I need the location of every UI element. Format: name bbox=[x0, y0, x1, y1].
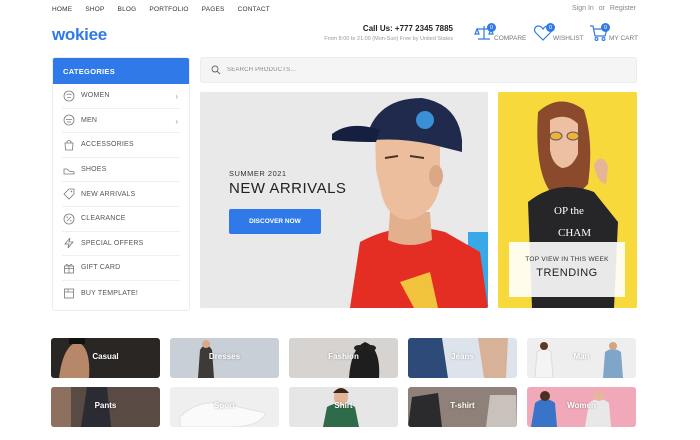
category-men[interactable]: MEN › bbox=[62, 109, 180, 134]
svg-text:OP the: OP the bbox=[554, 205, 584, 217]
register-link[interactable]: Register bbox=[610, 5, 636, 12]
tile-label: Dresses bbox=[208, 352, 241, 361]
tile-jeans[interactable]: Jeans bbox=[408, 338, 517, 378]
category-label: NEW ARRIVALS bbox=[81, 190, 136, 198]
tile-label: Shirt bbox=[334, 401, 353, 410]
contact-info: Call Us: +777 2345 7885 From 8:00 to 21:… bbox=[324, 24, 453, 42]
chevron-right-icon: › bbox=[175, 92, 178, 101]
shirt-icon bbox=[62, 114, 75, 127]
nav-pages[interactable]: PAGES bbox=[202, 6, 225, 13]
tile-label: Man bbox=[573, 352, 590, 361]
contact-hours: From 8:00 to 21:00 (Mon-Sun) Free by Uni… bbox=[324, 36, 453, 42]
tile-women[interactable]: Women bbox=[527, 387, 636, 427]
gift-icon bbox=[62, 261, 75, 274]
cart-count: 0 bbox=[601, 23, 610, 32]
category-clearance[interactable]: CLEARANCE bbox=[62, 207, 180, 232]
discover-now-button[interactable]: DISCOVER NOW bbox=[229, 209, 321, 234]
tile-label: Fashion bbox=[328, 352, 359, 361]
nav-portfolio[interactable]: PORTFOLIO bbox=[149, 6, 188, 13]
wishlist-count: 0 bbox=[546, 23, 555, 32]
tile-label: Women bbox=[567, 401, 596, 410]
tile-pants[interactable]: Pants bbox=[51, 387, 160, 427]
category-women[interactable]: WOMEN › bbox=[62, 84, 180, 109]
search-bar bbox=[200, 57, 637, 83]
top-bar: HOME SHOP BLOG PORTFOLIO PAGES CONTACT S… bbox=[0, 0, 700, 20]
category-new-arrivals[interactable]: NEW ARRIVALS bbox=[62, 182, 180, 207]
tile-sport[interactable]: Sport bbox=[170, 387, 279, 427]
cart-button[interactable]: 0 MY CART bbox=[589, 23, 639, 47]
svg-text:CHAM: CHAM bbox=[558, 227, 591, 239]
top-nav: HOME SHOP BLOG PORTFOLIO PAGES CONTACT bbox=[52, 6, 283, 13]
tile-shirt[interactable]: Shirt bbox=[289, 387, 398, 427]
search-icon bbox=[211, 65, 221, 75]
wishlist-label: WISHLIST bbox=[553, 35, 584, 42]
category-special-offers[interactable]: SPECIAL OFFERS bbox=[62, 232, 180, 257]
trending-card: TOP VIEW IN THIS WEEK TRENDING bbox=[509, 242, 625, 297]
auth-or: or bbox=[598, 5, 605, 12]
cart-label: MY CART bbox=[609, 35, 639, 42]
percent-icon bbox=[62, 212, 75, 225]
category-label: BUY TEMPLATE! bbox=[81, 289, 139, 297]
tag-icon bbox=[62, 188, 75, 201]
tile-casual[interactable]: Casual bbox=[51, 338, 160, 378]
lightning-icon bbox=[62, 237, 75, 250]
heart-icon: 0 bbox=[533, 23, 555, 47]
tile-man[interactable]: Man bbox=[527, 338, 636, 378]
tile-label: Sport bbox=[214, 401, 235, 410]
tile-label: Pants bbox=[94, 401, 117, 410]
compare-count: 0 bbox=[487, 23, 496, 32]
categories-title: CATEGORIES bbox=[53, 58, 189, 84]
auth-links: Sign In or Register bbox=[572, 5, 636, 12]
box-icon bbox=[62, 287, 75, 300]
nav-contact[interactable]: CONTACT bbox=[238, 6, 270, 13]
categories-panel: CATEGORIES WOMEN › MEN › ACCESSORIES SHO… bbox=[52, 57, 190, 311]
contact-phone: Call Us: +777 2345 7885 bbox=[362, 24, 453, 33]
chevron-right-icon: › bbox=[175, 116, 178, 126]
category-label: ACCESSORIES bbox=[81, 141, 134, 149]
signin-link[interactable]: Sign In bbox=[572, 5, 594, 12]
dress-icon bbox=[62, 89, 75, 102]
nav-shop[interactable]: SHOP bbox=[85, 6, 104, 13]
nav-blog[interactable]: BLOG bbox=[118, 6, 137, 13]
category-label: MEN bbox=[81, 116, 98, 124]
hero-subtitle: SUMMER 2021 bbox=[229, 169, 287, 178]
tile-label: Jeans bbox=[451, 352, 474, 361]
tile-fashion[interactable]: Fashion bbox=[289, 338, 398, 378]
hero-banner[interactable]: SUMMER 2021 NEW ARRIVALS DISCOVER NOW bbox=[200, 92, 488, 308]
shoe-icon bbox=[62, 163, 75, 176]
hero-model-image bbox=[200, 92, 488, 308]
tile-label: Casual bbox=[92, 352, 119, 361]
hero-title: NEW ARRIVALS bbox=[229, 180, 347, 197]
category-gift-card[interactable]: GIFT CARD bbox=[62, 256, 180, 281]
compare-label: COMPARE bbox=[494, 35, 527, 42]
compare-button[interactable]: 0 COMPARE bbox=[474, 23, 527, 47]
trending-title: TRENDING bbox=[536, 267, 598, 279]
nav-home[interactable]: HOME bbox=[52, 6, 72, 13]
cart-icon: 0 bbox=[589, 23, 610, 47]
category-label: WOMEN bbox=[81, 92, 110, 100]
tile-dresses[interactable]: Dresses bbox=[170, 338, 279, 378]
bag-icon bbox=[62, 138, 75, 151]
category-buy-template[interactable]: BUY TEMPLATE! bbox=[62, 281, 180, 306]
category-accessories[interactable]: ACCESSORIES bbox=[62, 133, 180, 158]
trending-subtitle: TOP VIEW IN THIS WEEK bbox=[525, 256, 609, 263]
category-label: SPECIAL OFFERS bbox=[81, 239, 144, 247]
category-label: CLEARANCE bbox=[81, 215, 126, 223]
search-input[interactable] bbox=[227, 67, 607, 73]
wishlist-button[interactable]: 0 WISHLIST bbox=[533, 23, 584, 47]
logo[interactable]: wokiee bbox=[52, 25, 107, 45]
category-label: SHOES bbox=[81, 166, 107, 174]
category-label: GIFT CARD bbox=[81, 264, 121, 272]
compare-icon: 0 bbox=[474, 23, 496, 47]
trending-banner[interactable]: OP the CHAM TOP VIEW IN THIS WEEK TRENDI… bbox=[498, 92, 637, 308]
tile-label: T-shirt bbox=[450, 401, 475, 410]
category-shoes[interactable]: SHOES bbox=[62, 158, 180, 183]
tile-tshirt[interactable]: T-shirt bbox=[408, 387, 517, 427]
